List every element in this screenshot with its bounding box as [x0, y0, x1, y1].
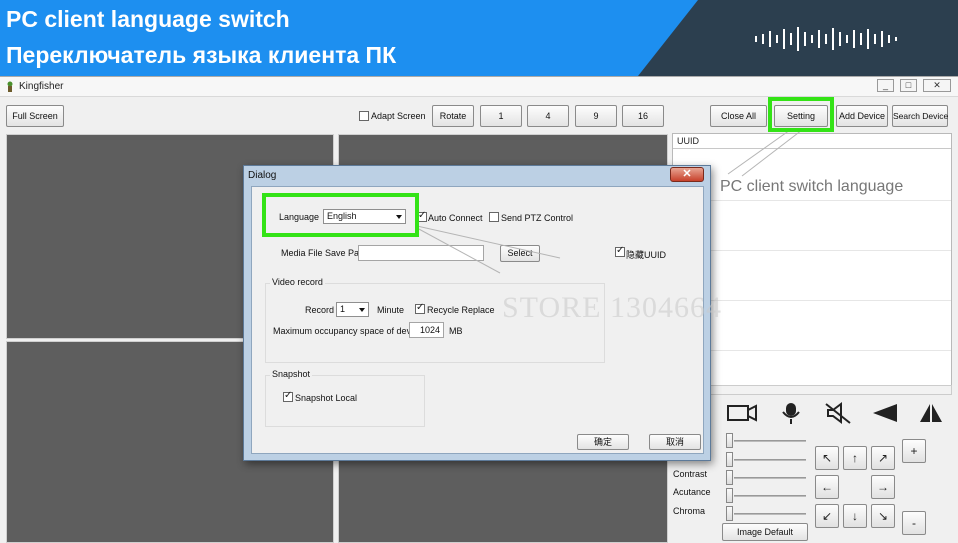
acutance-label: Acutance	[673, 487, 711, 497]
chevron-down-icon	[359, 308, 365, 312]
split-16-button[interactable]: 16	[622, 105, 664, 127]
minute-label: Minute	[377, 305, 405, 315]
contrast-slider-thumb[interactable]	[726, 470, 733, 485]
send-ptz-checkbox[interactable]	[489, 212, 499, 222]
banner-title-en: PC client language switch	[6, 6, 290, 32]
saturation-slider[interactable]	[734, 459, 806, 461]
search-device-button[interactable]: Search Device	[892, 105, 948, 127]
record-label: Record	[305, 305, 335, 315]
dialog-close-button[interactable]: ✕	[670, 167, 704, 182]
title-bar: Kingfisher _ □ ✕	[0, 77, 958, 97]
adapt-screen-label: Adapt Screen	[371, 111, 426, 121]
auto-connect-label: Auto Connect	[428, 213, 483, 223]
ptz-left-button[interactable]: ←	[815, 475, 839, 499]
dialog-title: Dialog	[248, 170, 277, 181]
recycle-replace-label: Recycle Replace	[427, 305, 495, 315]
app-title: Kingfisher	[19, 81, 64, 92]
list-row-divider	[673, 250, 951, 251]
screenshot-root: PC client language switch Переключатель …	[0, 0, 958, 543]
camera-icon[interactable]	[722, 401, 760, 425]
list-row-divider	[673, 350, 951, 351]
rotate-button[interactable]: Rotate	[432, 105, 474, 127]
waveform-logo-icon	[755, 27, 897, 51]
split-1-button[interactable]: 1	[480, 105, 522, 127]
acutance-slider[interactable]	[734, 495, 806, 497]
send-ptz-label: Send PTZ Control	[501, 213, 574, 223]
list-row-divider	[673, 200, 951, 201]
ptz-up-button[interactable]: ↑	[843, 446, 867, 470]
kingfisher-app-icon	[7, 81, 13, 92]
close-window-button[interactable]: ✕	[923, 79, 951, 92]
language-highlight-box	[262, 193, 419, 237]
minimize-button[interactable]: _	[877, 79, 894, 92]
media-path-input[interactable]	[358, 245, 484, 261]
ptz-zoom-plus-button[interactable]: +	[902, 439, 926, 463]
record-minutes-value: 1	[340, 304, 346, 314]
microphone-icon[interactable]	[772, 401, 810, 425]
hide-uuid-label: 隐藏UUID	[626, 250, 666, 260]
setting-highlight-box	[768, 97, 834, 132]
split-4-button[interactable]: 4	[527, 105, 569, 127]
chroma-label: Chroma	[673, 506, 706, 516]
contrast-slider[interactable]	[734, 477, 806, 479]
brightness-slider-thumb[interactable]	[726, 433, 733, 448]
snapshot-local-label: Snapshot Local	[295, 393, 358, 403]
ptz-zoom-minus-button[interactable]: -	[902, 511, 926, 535]
zoom-in-icon[interactable]	[867, 401, 905, 425]
zoom-out-icon[interactable]	[912, 401, 950, 425]
snapshot-local-checkbox[interactable]	[283, 390, 293, 402]
speaker-mute-icon[interactable]	[820, 401, 858, 425]
annotation-caption: PC client switch language	[720, 178, 904, 195]
max-space-label: Maximum occupancy space of device	[273, 326, 423, 336]
chroma-slider[interactable]	[734, 513, 806, 515]
select-path-button[interactable]: Select	[500, 245, 540, 262]
ok-button[interactable]: 确定	[577, 434, 629, 450]
close-all-button[interactable]: Close All	[710, 105, 767, 127]
brightness-slider[interactable]	[734, 440, 806, 442]
recycle-replace-checkbox[interactable]	[415, 302, 425, 314]
ptz-down-button[interactable]: ↓	[843, 504, 867, 528]
ptz-up-left-button[interactable]: ↖	[815, 446, 839, 470]
split-9-button[interactable]: 9	[575, 105, 617, 127]
ptz-down-left-button[interactable]: ↙	[815, 504, 839, 528]
add-device-button[interactable]: Add Device	[836, 105, 888, 127]
video-record-title: Video record	[270, 277, 325, 287]
ptz-icon-row	[672, 399, 952, 427]
max-space-input[interactable]: 1024	[409, 322, 444, 338]
media-path-label: Media File Save Path	[281, 248, 367, 258]
snapshot-group: Snapshot Snapshot Local	[265, 369, 425, 427]
adapt-screen-checkbox[interactable]	[359, 111, 369, 121]
banner-title-ru: Переключатель языка клиента ПК	[6, 42, 397, 68]
device-list[interactable]: UUID	[672, 133, 952, 390]
maximize-button[interactable]: □	[900, 79, 917, 92]
chroma-slider-thumb[interactable]	[726, 506, 733, 521]
ptz-up-right-button[interactable]: ↗	[871, 446, 895, 470]
store-watermark: STORE 1304664	[502, 291, 722, 324]
record-minutes-select[interactable]: 1	[336, 302, 369, 317]
device-list-scrollbar[interactable]	[672, 385, 952, 395]
uuid-column-header[interactable]: UUID	[673, 134, 951, 149]
ptz-down-right-button[interactable]: ↘	[871, 504, 895, 528]
hide-uuid-checkbox[interactable]	[615, 245, 625, 257]
image-default-button[interactable]: Image Default	[722, 523, 808, 541]
contrast-label: Contrast	[673, 469, 708, 479]
ptz-right-button[interactable]: →	[871, 475, 895, 499]
promo-banner: PC client language switch Переключатель …	[0, 0, 958, 76]
acutance-slider-thumb[interactable]	[726, 488, 733, 503]
cancel-button[interactable]: 取消	[649, 434, 701, 450]
mb-label: MB	[449, 326, 463, 336]
full-screen-button[interactable]: Full Screen	[6, 105, 64, 127]
snapshot-title: Snapshot	[270, 369, 313, 379]
saturation-slider-thumb[interactable]	[726, 452, 733, 467]
